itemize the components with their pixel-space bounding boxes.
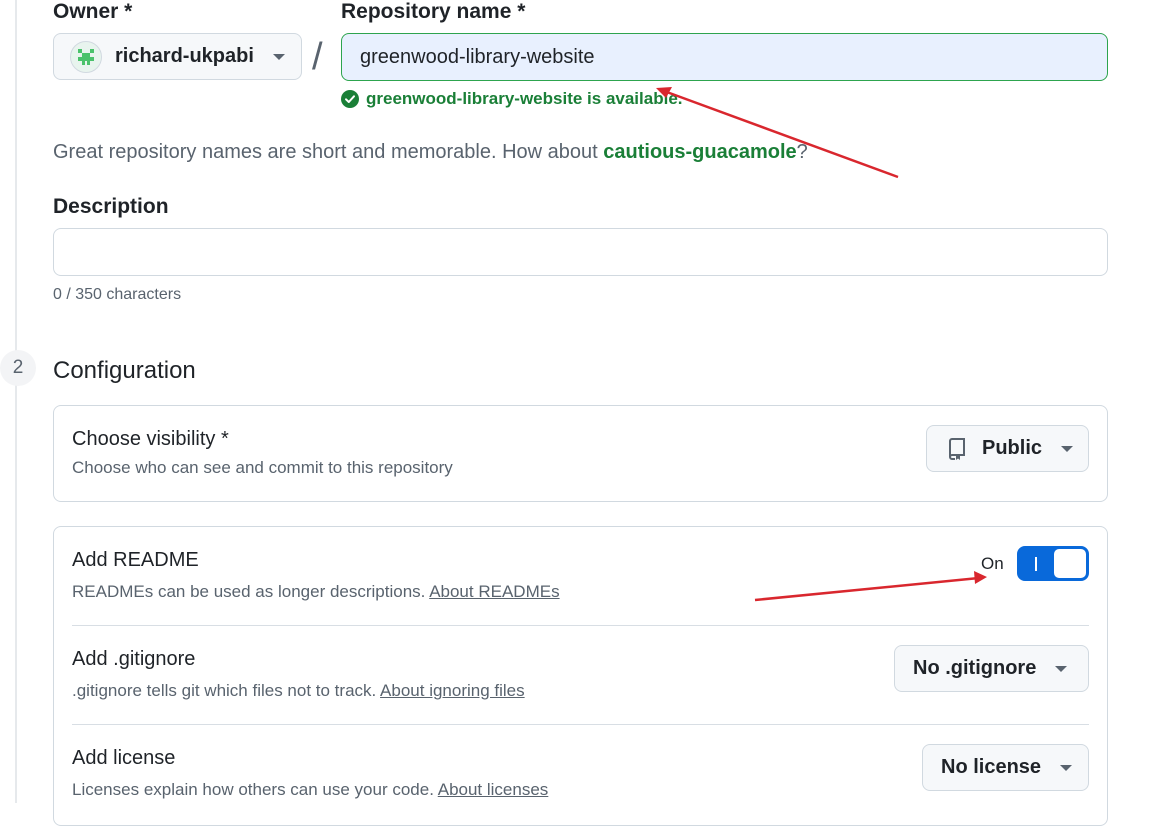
annotation-overlay xyxy=(656,87,987,602)
annotation-arrow-icon xyxy=(656,87,899,179)
annotation-arrow-icon xyxy=(754,571,987,602)
